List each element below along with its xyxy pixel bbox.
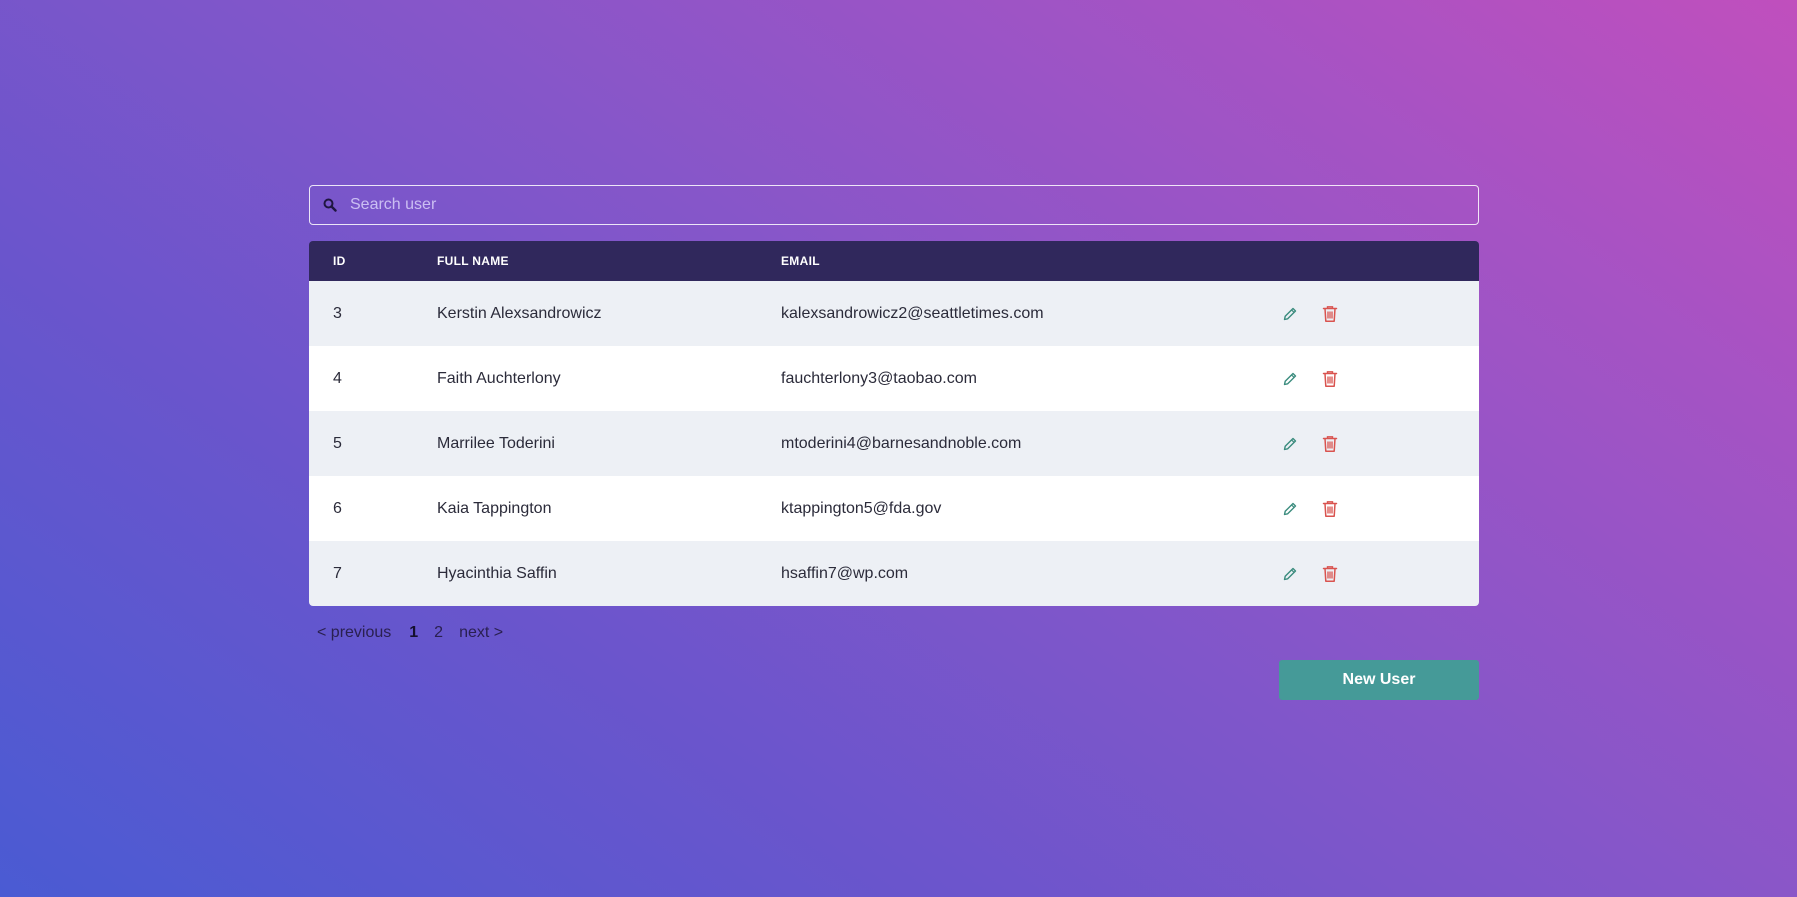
- pencil-icon[interactable]: [1281, 435, 1299, 453]
- trash-icon[interactable]: [1321, 565, 1339, 583]
- cell-full-name: Marrilee Toderini: [437, 434, 555, 452]
- users-panel: ID FULL NAME EMAIL 3 Kerstin Alexsandrow…: [309, 185, 1479, 700]
- cell-email: mtoderini4@barnesandnoble.com: [781, 434, 1022, 452]
- table-row: 5 Marrilee Toderini mtoderini4@barnesand…: [309, 411, 1479, 476]
- column-header-id: ID: [333, 254, 346, 268]
- new-user-button[interactable]: New User: [1279, 660, 1479, 700]
- pencil-icon[interactable]: [1281, 500, 1299, 518]
- table-row: 7 Hyacinthia Saffin hsaffin7@wp.com: [309, 541, 1479, 606]
- row-actions: [1281, 565, 1339, 583]
- users-table: ID FULL NAME EMAIL 3 Kerstin Alexsandrow…: [309, 241, 1479, 606]
- trash-icon[interactable]: [1321, 370, 1339, 388]
- table-row: 4 Faith Auchterlony fauchterlony3@taobao…: [309, 346, 1479, 411]
- pagination-previous-link[interactable]: < previous: [317, 624, 391, 642]
- cell-full-name: Kaia Tappington: [437, 499, 552, 517]
- cell-email: fauchterlony3@taobao.com: [781, 369, 977, 387]
- search-bar[interactable]: [309, 185, 1479, 225]
- row-actions: [1281, 305, 1339, 323]
- pencil-icon[interactable]: [1281, 370, 1299, 388]
- table-header: ID FULL NAME EMAIL: [309, 241, 1479, 281]
- cell-email: hsaffin7@wp.com: [781, 564, 909, 582]
- pencil-icon[interactable]: [1281, 565, 1299, 583]
- trash-icon[interactable]: [1321, 305, 1339, 323]
- cell-id: 5: [333, 434, 342, 452]
- cell-id: 7: [333, 564, 342, 582]
- table-row: 3 Kerstin Alexsandrowicz kalexsandrowicz…: [309, 281, 1479, 346]
- cell-email: kalexsandrowicz2@seattletimes.com: [781, 304, 1044, 322]
- row-actions: [1281, 370, 1339, 388]
- cell-id: 3: [333, 304, 342, 322]
- trash-icon[interactable]: [1321, 435, 1339, 453]
- pagination-page-2[interactable]: 2: [434, 624, 443, 642]
- pagination: < previous 1 2 next >: [309, 624, 1479, 642]
- cell-full-name: Faith Auchterlony: [437, 369, 561, 387]
- table-row: 6 Kaia Tappington ktappington5@fda.gov: [309, 476, 1479, 541]
- trash-icon[interactable]: [1321, 500, 1339, 518]
- search-input[interactable]: [350, 186, 1478, 224]
- cell-full-name: Kerstin Alexsandrowicz: [437, 304, 602, 322]
- column-header-full-name: FULL NAME: [437, 254, 509, 268]
- row-actions: [1281, 500, 1339, 518]
- pagination-next-link[interactable]: next >: [459, 624, 503, 642]
- cell-id: 6: [333, 499, 342, 517]
- cell-full-name: Hyacinthia Saffin: [437, 564, 557, 582]
- pagination-page-1[interactable]: 1: [409, 624, 418, 642]
- search-icon: [310, 186, 350, 224]
- column-header-email: EMAIL: [781, 254, 820, 268]
- row-actions: [1281, 435, 1339, 453]
- cell-email: ktappington5@fda.gov: [781, 499, 942, 517]
- pencil-icon[interactable]: [1281, 305, 1299, 323]
- cell-id: 4: [333, 369, 342, 387]
